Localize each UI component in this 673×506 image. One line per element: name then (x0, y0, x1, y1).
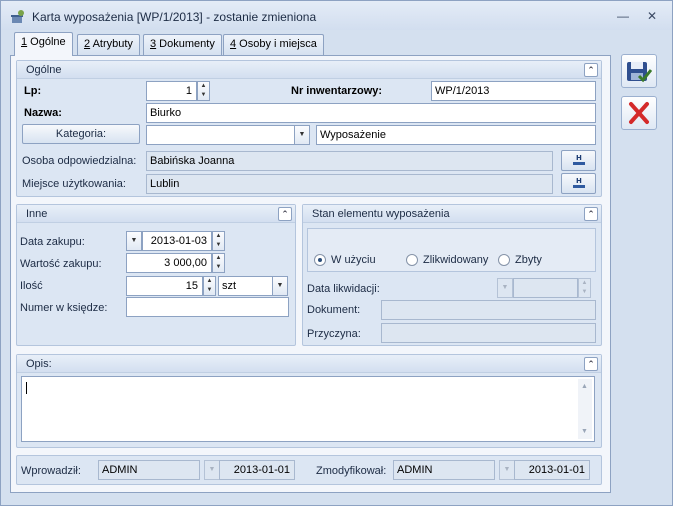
responsible-person-label: Osoba odpowiedzialna: (22, 155, 137, 167)
reason-label: Przyczyna: (307, 328, 361, 340)
purchase-date-spinner[interactable]: ▲ ▼ (212, 231, 225, 251)
entered-by-label: Wprowadził: (21, 465, 81, 477)
app-icon (11, 10, 24, 23)
cancel-button[interactable] (621, 96, 657, 130)
inventory-number-input[interactable]: WP/1/2013 (431, 81, 596, 101)
inventory-number-label: Nr inwentarzowy: (291, 85, 383, 97)
status-liquidated-label: Zlikwidowany (423, 254, 489, 266)
entered-date-dropdown-icon: ▼ (204, 460, 220, 480)
collapse-status-icon[interactable]: ⌃ (584, 207, 598, 221)
entered-by-field: ADMIN (98, 460, 200, 480)
name-label: Nazwa: (24, 107, 62, 119)
lp-spinner[interactable]: ▲ ▼ (197, 81, 210, 101)
quantity-input[interactable]: 15 (126, 276, 203, 296)
document-field (381, 300, 596, 320)
save-icon (627, 62, 653, 83)
category-name-input[interactable]: Wyposażenie (316, 125, 596, 145)
save-button[interactable] (621, 54, 657, 88)
quantity-spinner[interactable]: ▲ ▼ (203, 276, 216, 296)
lp-label: Lp: (24, 85, 42, 97)
document-label: Dokument: (307, 304, 361, 316)
reason-field (381, 323, 596, 343)
scroll-down-icon[interactable]: ▼ (581, 428, 588, 435)
usage-place-label: Miejsce użytkowania: (22, 178, 126, 190)
unit-select[interactable]: szt (218, 276, 273, 296)
description-scrollbar[interactable]: ▲ ▼ (578, 379, 592, 439)
tab-attributes[interactable]: 2 Atrybuty (77, 34, 140, 55)
purchase-value-label: Wartość zakupu: (20, 258, 102, 270)
status-sold-radio[interactable] (498, 254, 510, 266)
purchase-date-input[interactable]: 2013-01-03 (142, 231, 212, 251)
purchase-date-label: Data zakupu: (20, 236, 85, 248)
collapse-description-icon[interactable]: ⌃ (584, 357, 598, 371)
status-in-use-radio[interactable] (314, 254, 326, 266)
book-number-label: Numer w księdze: (20, 302, 108, 314)
other-section: Inne ⌃ (16, 204, 296, 346)
title-bar: Karta wyposażenia [WP/1/2013] - zostanie… (1, 1, 672, 30)
collapse-general-icon[interactable]: ⌃ (584, 63, 598, 77)
description-section-title: Opis: (26, 358, 52, 370)
liquidation-date-input (513, 278, 578, 298)
scroll-up-icon[interactable]: ▲ (581, 383, 588, 390)
tab-persons-places[interactable]: 4 Osoby i miejsca (223, 34, 324, 55)
select-place-button[interactable]: H (561, 173, 596, 194)
category-code-input[interactable] (146, 125, 296, 145)
other-section-title: Inne (26, 208, 48, 220)
modified-date-field: 2013-01-01 (514, 460, 590, 480)
liquidation-date-dropdown-icon: ▼ (497, 278, 513, 298)
select-person-button[interactable]: H (561, 150, 596, 171)
entered-date-field: 2013-01-01 (219, 460, 295, 480)
status-liquidated-radio[interactable] (406, 254, 418, 266)
description-textarea[interactable]: ▲ ▼ (21, 376, 595, 442)
liquidation-date-label: Data likwidacji: (307, 283, 380, 295)
purchase-value-input[interactable]: 3 000,00 (126, 253, 212, 273)
text-cursor (26, 382, 27, 394)
window-title: Karta wyposażenia [WP/1/2013] - zostanie… (32, 10, 317, 24)
category-button[interactable]: Kategoria: (22, 124, 140, 144)
book-number-input[interactable] (126, 297, 289, 317)
tab-general[interactable]: 1 Ogólne (14, 32, 73, 56)
modified-date-dropdown-icon: ▼ (499, 460, 515, 480)
unit-dropdown-icon[interactable]: ▼ (272, 276, 288, 296)
lp-input[interactable]: 1 (146, 81, 197, 101)
status-sold-label: Zbyty (515, 254, 542, 266)
responsible-person-field: Babińska Joanna (146, 151, 553, 171)
modified-by-field: ADMIN (393, 460, 495, 480)
general-section-title: Ogólne (26, 64, 62, 76)
tab-documents[interactable]: 3 Dokumenty (143, 34, 222, 55)
category-dropdown-icon[interactable]: ▼ (294, 125, 310, 145)
status-in-use-label: W użyciu (331, 254, 376, 266)
history-icon: H (572, 177, 585, 188)
name-input[interactable]: Biurko (146, 103, 596, 123)
usage-place-field: Lublin (146, 174, 553, 194)
cancel-icon (629, 102, 649, 124)
quantity-label: Ilość (20, 280, 43, 292)
collapse-other-icon[interactable]: ⌃ (278, 207, 292, 221)
close-button[interactable]: ✕ (644, 9, 660, 23)
svg-text:H: H (576, 154, 582, 162)
svg-text:H: H (576, 177, 582, 185)
purchase-date-dropdown-icon[interactable]: ▼ (126, 231, 142, 251)
liquidation-date-spinner: ▲ ▼ (578, 278, 591, 298)
modified-by-label: Zmodyfikował: (316, 465, 387, 477)
status-section-title: Stan elementu wyposażenia (312, 208, 450, 220)
history-icon: H (572, 154, 585, 165)
minimize-button[interactable]: — (615, 9, 631, 23)
purchase-value-spinner[interactable]: ▲ ▼ (212, 253, 225, 273)
